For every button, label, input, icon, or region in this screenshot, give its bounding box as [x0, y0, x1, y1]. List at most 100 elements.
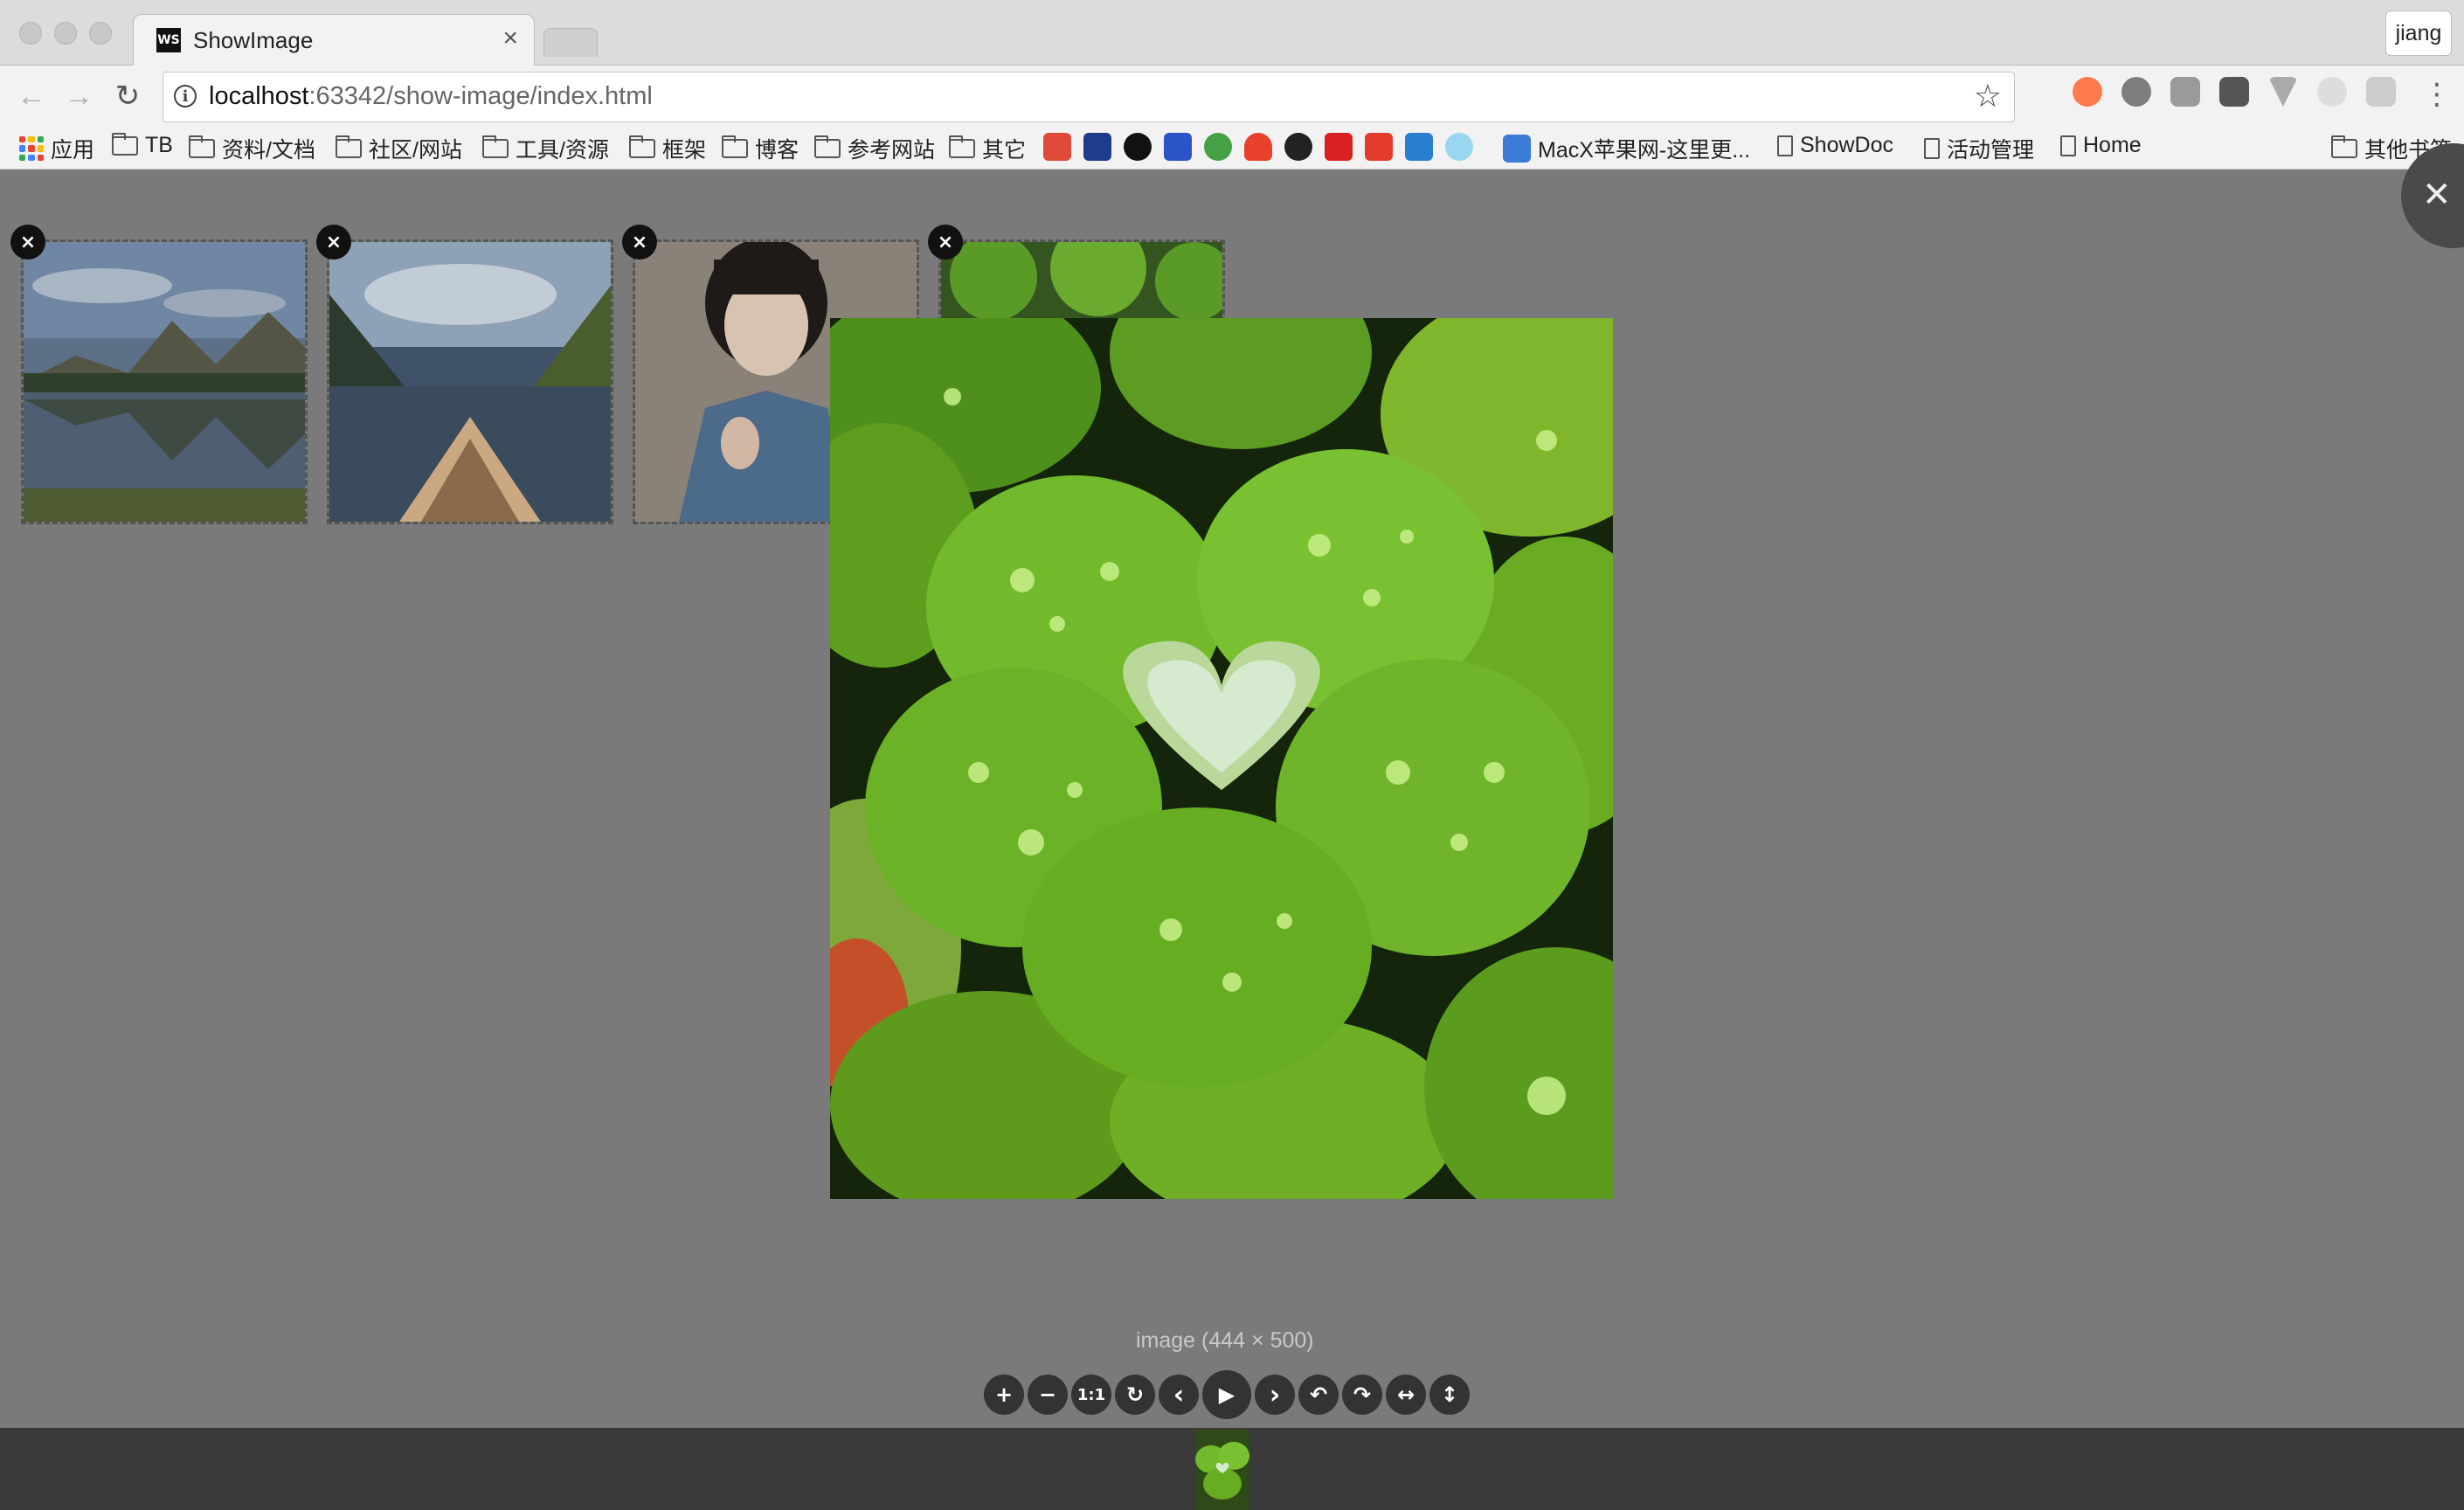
title-bar: WS ShowImage × jiang — [0, 0, 2464, 66]
bookmark-folder-tools[interactable]: 工具/资源 — [482, 133, 609, 164]
close-icon: ✕ — [2422, 176, 2452, 214]
flip-vertical-button[interactable]: ↕ — [1429, 1375, 1470, 1415]
image-caption: image (444 × 500) — [1136, 1328, 1314, 1353]
bookmark-label: 应用 — [51, 138, 95, 163]
bookmarks-bar: 应用 TB 资料/文档 社区/网站 工具/资源 框架 博客 参考网站 其它 Ma… — [0, 128, 2464, 170]
bookmark-icon-5[interactable] — [1204, 133, 1232, 161]
arrow-left-icon[interactable]: ← — [12, 77, 51, 115]
bookmark-folder-reference[interactable]: 参考网站 — [814, 133, 935, 164]
next-button[interactable]: › — [1255, 1375, 1295, 1415]
zoom-out-button[interactable]: − — [1028, 1375, 1068, 1415]
navbar-clover-image — [1195, 1430, 1249, 1510]
tab-title: ShowImage — [193, 27, 314, 53]
profile-button[interactable]: jiang — [2385, 10, 2452, 56]
github-icon[interactable] — [1124, 133, 1152, 161]
clover-heart-image — [830, 318, 1613, 1199]
extension-panel-icon[interactable] — [2366, 77, 2396, 107]
baidu-icon[interactable] — [1164, 133, 1192, 161]
folder-icon — [722, 135, 748, 158]
navbar-thumbnail-active[interactable] — [1195, 1430, 1249, 1510]
reset-button[interactable]: ↻ — [1115, 1375, 1155, 1415]
bookmark-apps[interactable]: 应用 — [19, 133, 94, 164]
folder-icon — [189, 135, 215, 158]
remove-thumbnail-2-close-icon[interactable]: × — [316, 225, 351, 260]
bookmark-icon-7[interactable] — [1284, 133, 1312, 161]
window-zoom-button[interactable] — [89, 22, 112, 45]
remove-thumbnail-1-close-icon[interactable]: × — [10, 225, 45, 260]
prev-button[interactable]: ‹ — [1159, 1375, 1199, 1415]
w3-icon[interactable] — [1325, 133, 1353, 161]
bookmark-label: 其它 — [982, 138, 1027, 163]
arrow-right-icon[interactable]: → — [59, 77, 98, 115]
extension-vue-icon[interactable] — [2268, 77, 2298, 107]
bookmark-label: 工具/资源 — [516, 138, 609, 163]
bookmark-folder-frameworks[interactable]: 框架 — [629, 133, 706, 164]
bookmark-folder-other[interactable]: 其它 — [949, 133, 1026, 164]
folder-icon — [2331, 135, 2357, 158]
page-icon — [1777, 135, 1793, 156]
bookmark-folder-blogs[interactable]: 博客 — [722, 133, 799, 164]
folder-icon — [482, 135, 509, 158]
window-minimize-button[interactable] — [54, 22, 77, 45]
cloud-icon[interactable] — [1445, 133, 1473, 161]
extension-jetbrains-icon[interactable] — [2219, 77, 2249, 107]
viewer-main-image[interactable] — [830, 318, 1613, 1199]
url-host: localhost — [209, 82, 309, 110]
rotate-left-button[interactable]: ↶ — [1298, 1375, 1339, 1415]
bookmark-label: 框架 — [662, 138, 707, 163]
browser-toolbar: ← → ↻ i localhost:63342/show-image/index… — [0, 65, 2464, 128]
window-close-button[interactable] — [19, 22, 42, 45]
bookmark-macx[interactable]: MacX苹果网-这里更... — [1503, 133, 1750, 164]
bookmark-icon-2[interactable] — [1083, 133, 1111, 161]
address-bar[interactable]: i localhost:63342/show-image/index.html … — [163, 72, 2015, 122]
flip-horizontal-button[interactable]: ↔ — [1386, 1375, 1426, 1415]
info-icon[interactable]: i — [174, 85, 197, 107]
thumbnail-canoe-lake[interactable] — [327, 239, 613, 524]
remove-thumbnail-4-close-icon[interactable]: × — [928, 225, 963, 260]
close-icon[interactable]: × — [502, 24, 518, 53]
bookmark-label: ShowDoc — [1800, 133, 1893, 157]
page-icon — [2060, 135, 2076, 156]
onenote-icon[interactable] — [1405, 133, 1433, 161]
thumbnail-mountain-lake[interactable] — [21, 239, 308, 524]
bookmark-label: 社区/网站 — [369, 138, 462, 163]
bookmark-folder-community[interactable]: 社区/网站 — [336, 133, 462, 164]
extension-orange-icon[interactable] — [2073, 77, 2102, 107]
folder-icon — [814, 135, 841, 158]
bookmark-icon-1[interactable] — [1043, 133, 1071, 161]
remove-thumbnail-3-close-icon[interactable]: × — [622, 225, 657, 260]
play-button[interactable]: ▶ — [1202, 1370, 1251, 1419]
macx-icon — [1503, 135, 1531, 163]
star-icon[interactable]: ☆ — [1974, 78, 2002, 114]
bookmark-home[interactable]: Home — [2060, 133, 2142, 158]
bookmark-folder-docs[interactable]: 资料/文档 — [189, 133, 315, 164]
extension-leaf-icon[interactable] — [2317, 77, 2347, 107]
extension-globe-icon[interactable] — [2121, 77, 2151, 107]
bookmark-showdoc[interactable]: ShowDoc — [1777, 133, 1893, 158]
browser-chrome: WS ShowImage × jiang ← → ↻ i localhost:6… — [0, 0, 2464, 170]
folder-icon — [629, 135, 655, 158]
folder-icon — [949, 135, 975, 158]
bookmark-label: 活动管理 — [1947, 138, 2035, 163]
canoe-lake-image — [329, 242, 611, 522]
kebab-menu-icon[interactable]: ⋮ — [2422, 77, 2452, 112]
rotate-right-button[interactable]: ↷ — [1342, 1375, 1382, 1415]
extension-translate-icon[interactable] — [2170, 77, 2200, 107]
webstorm-favicon-icon: WS — [156, 28, 181, 52]
bookmark-folder-tb[interactable]: TB — [112, 132, 173, 158]
page-icon — [1924, 138, 1940, 159]
folder-icon — [336, 135, 362, 158]
flame-icon[interactable] — [1244, 133, 1272, 161]
bookmark-label: TB — [145, 133, 173, 157]
bookmark-activity[interactable]: 活动管理 — [1924, 133, 2034, 164]
one-to-one-button[interactable]: 1:1 — [1071, 1375, 1111, 1415]
mountain-lake-image — [24, 242, 305, 522]
bookmark-icon-9[interactable] — [1365, 133, 1393, 161]
reload-icon[interactable]: ↻ — [108, 77, 147, 115]
bookmark-label: Home — [2083, 133, 2142, 157]
extension-icons — [2073, 77, 2396, 107]
zoom-in-button[interactable]: + — [984, 1375, 1024, 1415]
folder-icon — [112, 132, 138, 156]
new-tab-button[interactable] — [543, 28, 598, 57]
tab-showimage[interactable]: WS ShowImage × — [133, 14, 535, 66]
